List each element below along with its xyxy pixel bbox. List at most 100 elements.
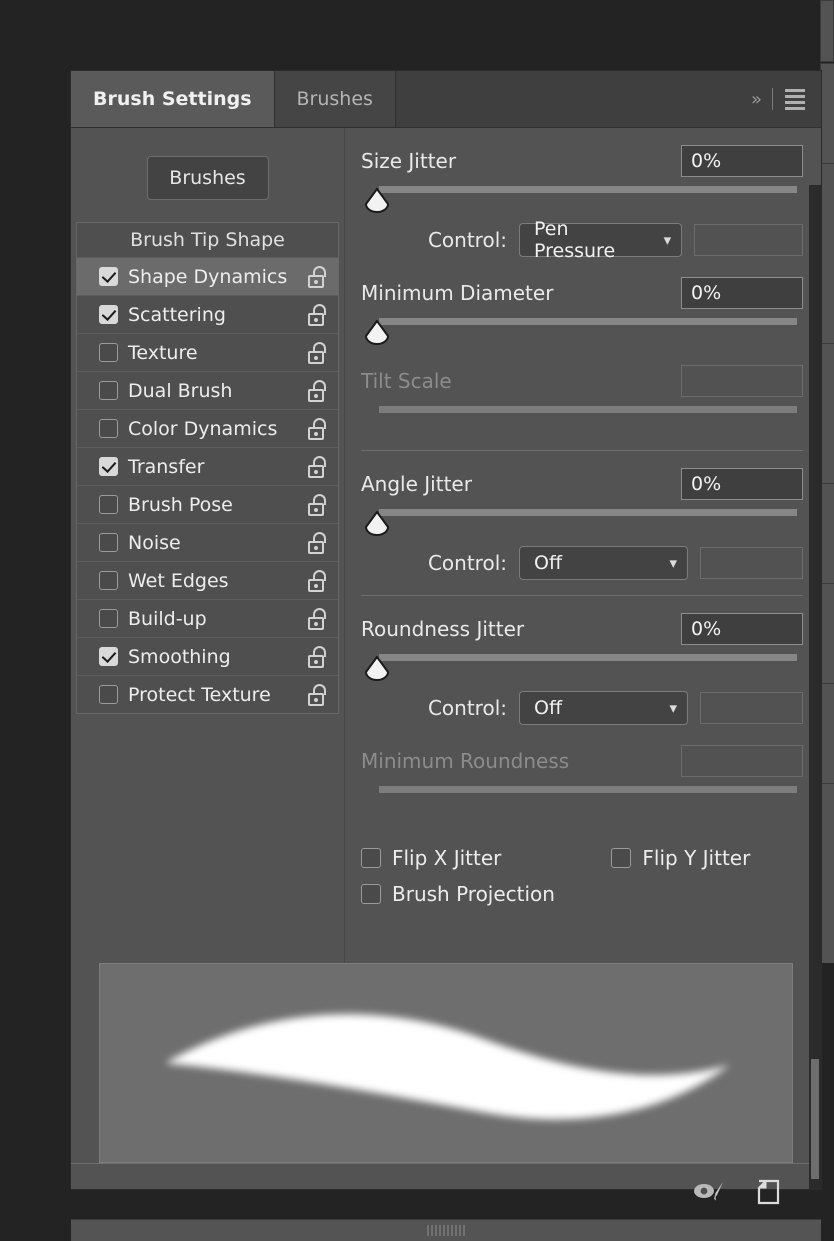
sidebar-item-protect-texture[interactable]: Protect Texture xyxy=(77,675,338,713)
minimum-diameter-slider[interactable] xyxy=(361,314,803,348)
roundness-jitter-group: Roundness Jitter 0% Control: Off ▾ Minim… xyxy=(361,595,803,912)
size-jitter-slider-track[interactable] xyxy=(379,186,797,193)
minimum-roundness-label: Minimum Roundness xyxy=(361,749,570,773)
unlock-icon[interactable] xyxy=(308,455,328,478)
dynamics-checkbox[interactable] xyxy=(99,457,118,476)
brush-projection-checkbox-box xyxy=(361,884,381,904)
panel-scrollbar-thumb[interactable] xyxy=(811,1059,819,1179)
panel-body: Brushes Brush Tip Shape Shape Dynamics Sc… xyxy=(71,128,821,1241)
sidebar-item-dual-brush[interactable]: Dual Brush xyxy=(77,371,338,409)
sidebar-item-color-dynamics[interactable]: Color Dynamics xyxy=(77,409,338,447)
sidebar-item-label: Texture xyxy=(128,341,198,364)
sidebar-item-shape-dynamics[interactable]: Shape Dynamics xyxy=(77,257,338,295)
unlock-icon[interactable] xyxy=(308,531,328,554)
flip-y-jitter-checkbox[interactable]: Flip Y Jitter xyxy=(611,846,750,870)
hamburger-line xyxy=(785,100,805,104)
brush-preview-area xyxy=(71,963,821,1163)
unlock-icon[interactable] xyxy=(308,417,328,440)
dynamics-checkbox[interactable] xyxy=(99,419,118,438)
angle-jitter-label: Angle Jitter xyxy=(361,472,472,496)
brush-tip-shape-label: Brush Tip Shape xyxy=(130,229,285,251)
hamburger-line xyxy=(785,106,805,110)
background-panel-strip-top xyxy=(820,0,834,62)
size-jitter-control-select[interactable]: Pen Pressure ▾ xyxy=(519,218,683,262)
sidebar-item-build-up[interactable]: Build-up xyxy=(77,599,338,637)
background-panel-strip-4 xyxy=(820,483,834,583)
dynamics-checkbox[interactable] xyxy=(99,609,118,628)
angle-jitter-slider[interactable] xyxy=(361,505,803,539)
angle-jitter-control-select[interactable]: Off ▾ xyxy=(519,546,689,580)
minimum-roundness-input xyxy=(681,745,803,777)
unlock-icon[interactable] xyxy=(308,379,328,402)
angle-jitter-slider-thumb[interactable] xyxy=(364,511,390,536)
grip-line xyxy=(459,1225,461,1236)
dynamics-checkbox[interactable] xyxy=(99,495,118,514)
size-jitter-slider-thumb[interactable] xyxy=(364,188,390,213)
sidebar-item-label: Noise xyxy=(128,531,181,554)
grip-line xyxy=(455,1225,457,1236)
sidebar-item-brush-pose[interactable]: Brush Pose xyxy=(77,485,338,523)
collapse-to-icons-icon[interactable]: » xyxy=(751,89,762,110)
tilt-scale-slider-track xyxy=(379,406,797,413)
sidebar-item-label: Dual Brush xyxy=(128,379,233,402)
roundness-jitter-slider-thumb[interactable] xyxy=(364,656,390,681)
angle-jitter-input[interactable]: 0% xyxy=(681,468,803,500)
dynamics-checkbox[interactable] xyxy=(99,533,118,552)
flip-x-jitter-checkbox-box xyxy=(361,848,381,868)
dynamics-checkbox[interactable] xyxy=(99,343,118,362)
angle-jitter-aux-input[interactable] xyxy=(700,547,803,579)
sidebar-item-texture[interactable]: Texture xyxy=(77,333,338,371)
size-jitter-input[interactable]: 0% xyxy=(681,145,803,177)
roundness-jitter-slider[interactable] xyxy=(361,650,803,684)
size-jitter-aux-input[interactable] xyxy=(694,224,803,256)
angle-jitter-slider-track[interactable] xyxy=(379,509,797,516)
background-panel-strip-5 xyxy=(820,583,834,683)
sidebar-item-scattering[interactable]: Scattering xyxy=(77,295,338,333)
tab-brushes[interactable]: Brushes xyxy=(274,71,396,127)
brushes-button[interactable]: Brushes xyxy=(146,156,269,200)
size-jitter-slider[interactable] xyxy=(361,182,803,216)
panel-resize-grip[interactable] xyxy=(71,1219,821,1241)
sidebar-item-transfer[interactable]: Transfer xyxy=(77,447,338,485)
minimum-diameter-slider-thumb[interactable] xyxy=(364,320,390,345)
tab-brush-settings[interactable]: Brush Settings xyxy=(71,71,275,127)
unlock-icon[interactable] xyxy=(308,341,328,364)
sidebar-item-brush-tip-shape[interactable]: Brush Tip Shape xyxy=(77,223,338,257)
unlock-icon[interactable] xyxy=(308,683,328,706)
tab-brush-settings-label: Brush Settings xyxy=(93,88,252,110)
toggle-brush-preview-icon[interactable] xyxy=(693,1180,727,1204)
roundness-jitter-input[interactable]: 0% xyxy=(681,613,803,645)
create-new-brush-icon[interactable] xyxy=(757,1179,781,1205)
brush-projection-checkbox[interactable]: Brush Projection xyxy=(361,882,555,906)
panel-menu-icon[interactable] xyxy=(785,88,805,110)
unlock-icon[interactable] xyxy=(308,493,328,516)
panel-upper-area: Brushes Brush Tip Shape Shape Dynamics Sc… xyxy=(71,128,821,963)
roundness-jitter-control-select[interactable]: Off ▾ xyxy=(519,691,689,725)
panel-scrollbar[interactable] xyxy=(809,185,821,1189)
sidebar-item-wet-edges[interactable]: Wet Edges xyxy=(77,561,338,599)
dynamics-checkbox[interactable] xyxy=(99,685,118,704)
unlock-icon[interactable] xyxy=(308,303,328,326)
unlock-icon[interactable] xyxy=(308,645,328,668)
flip-x-jitter-checkbox[interactable]: Flip X Jitter xyxy=(361,846,501,870)
minimum-diameter-input[interactable]: 0% xyxy=(681,277,803,309)
minimum-diameter-slider-track[interactable] xyxy=(379,318,797,325)
dynamics-checkbox[interactable] xyxy=(99,305,118,324)
flip-x-jitter-label: Flip X Jitter xyxy=(392,846,502,870)
dynamics-checkbox[interactable] xyxy=(99,267,118,286)
brush-stroke-svg xyxy=(165,1014,730,1120)
sidebar-item-smoothing[interactable]: Smoothing xyxy=(77,637,338,675)
grip-line xyxy=(427,1225,429,1236)
size-jitter-label: Size Jitter xyxy=(361,149,457,173)
roundness-jitter-aux-input[interactable] xyxy=(700,692,803,724)
dynamics-checkbox[interactable] xyxy=(99,381,118,400)
roundness-jitter-slider-track[interactable] xyxy=(379,654,797,661)
dynamics-checkbox[interactable] xyxy=(99,571,118,590)
sidebar-item-noise[interactable]: Noise xyxy=(77,523,338,561)
sidebar-item-label: Smoothing xyxy=(128,645,231,668)
dynamics-checkbox[interactable] xyxy=(99,647,118,666)
unlock-icon[interactable] xyxy=(308,265,328,288)
unlock-icon[interactable] xyxy=(308,607,328,630)
size-jitter-group: Size Jitter 0% Control: Pen Pressure ▾ M… xyxy=(361,142,803,436)
unlock-icon[interactable] xyxy=(308,569,328,592)
